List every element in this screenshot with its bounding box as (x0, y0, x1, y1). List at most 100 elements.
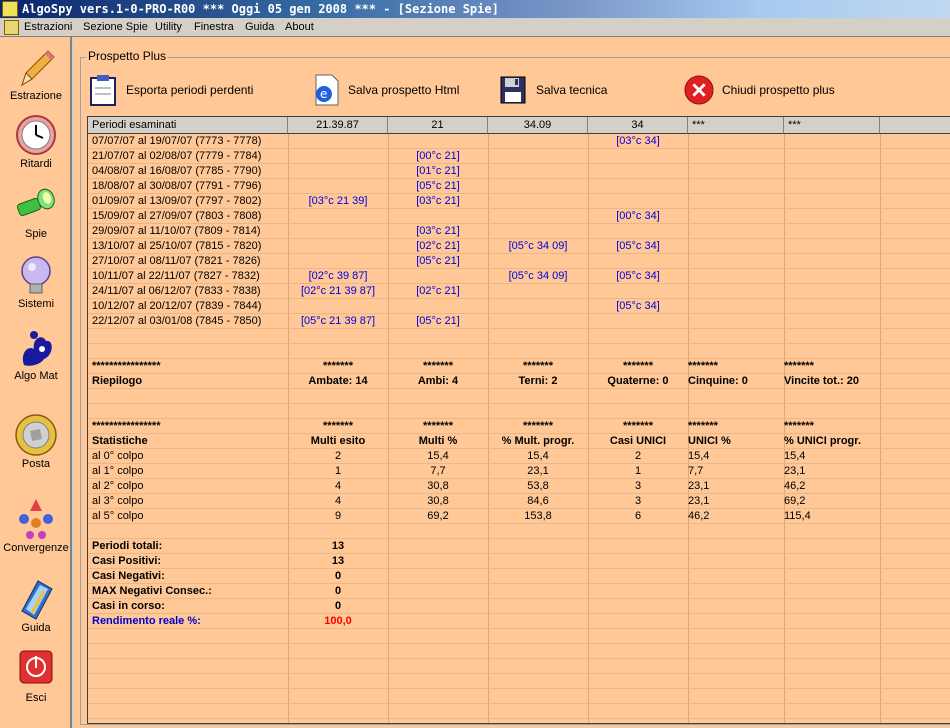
blank-row[interactable] (88, 689, 950, 704)
col-header-1[interactable]: 21.39.87 (288, 117, 388, 134)
col-header-periodi[interactable]: Periodi esaminati (88, 117, 288, 134)
totals-row[interactable]: Casi Negativi: 0 (88, 569, 950, 584)
sidebar-item-posta[interactable]: Posta (0, 413, 72, 470)
menu-utility[interactable]: Utility (155, 20, 182, 35)
close-prospetto-button[interactable]: Chiudi prospetto plus (684, 73, 835, 107)
stats-row[interactable]: al 1° colpo 1 7,7 23,1 1 7,7 23,1 (88, 464, 950, 479)
grid-cell: [02°c 21] (416, 240, 460, 252)
period-row[interactable]: 24/11/07 al 06/12/07 (7833 - 7838) [02°c … (88, 284, 950, 299)
totals-row[interactable]: MAX Negativi Consec.: 0 (88, 584, 950, 599)
summary-row[interactable]: Riepilogo Ambate: 14 Ambi: 4 Terni: 2 Quater… (88, 374, 950, 389)
col-header-6[interactable]: *** (784, 117, 880, 134)
stats-row[interactable]: al 2° colpo 4 30,8 53,8 3 23,1 46,2 (88, 479, 950, 494)
sidebar-item-label: Estrazione (10, 90, 62, 102)
blank-row[interactable] (88, 524, 950, 539)
period-row[interactable]: 13/10/07 al 25/10/07 (7815 - 7820) [02°c … (88, 239, 950, 254)
grid-cell: 24/11/07 al 06/12/07 (7833 - 7838) (92, 285, 261, 297)
floppy-icon (498, 75, 528, 105)
totals-row[interactable]: Casi Positivi: 13 (88, 554, 950, 569)
grid-cell: 46,2 (688, 510, 710, 522)
save-html-button[interactable]: e Salva prospetto Html (310, 73, 459, 107)
totals-row[interactable]: Periodi totali: 13 (88, 539, 950, 554)
grid-cell: 84,6 (527, 495, 549, 507)
grid-cell: [05°c 21 39 87] (300, 315, 376, 327)
close-icon (684, 75, 714, 105)
lightbulb-icon (21, 256, 51, 294)
menu-about[interactable]: About (285, 20, 314, 35)
col-header-3[interactable]: 34.09 (488, 117, 588, 134)
menu-sezione-spie[interactable]: Sezione Spie (83, 20, 148, 35)
blank-row[interactable] (88, 389, 950, 404)
sidebar-item-label: Algo Mat (14, 370, 58, 382)
col-header-5[interactable]: *** (688, 117, 784, 134)
sidebar-item-label: Ritardi (20, 158, 52, 170)
stats-row[interactable]: al 5° colpo 9 69,2 153,8 6 46,2 115,4 (88, 509, 950, 524)
period-row[interactable]: 22/12/07 al 03/01/08 (7845 - 7850) [05°c … (88, 314, 950, 329)
grid-cell: 10/12/07 al 20/12/07 (7839 - 7844) (92, 300, 262, 312)
period-row[interactable]: 29/09/07 al 11/10/07 (7809 - 7814) [03°c … (88, 224, 950, 239)
grid-cell: al 1° colpo (92, 465, 144, 477)
grid-cell: **************** (92, 360, 161, 372)
menu-estrazioni[interactable]: Estrazioni (24, 20, 72, 35)
grid-cell: Vincite tot.: 20 (784, 375, 859, 387)
grid-cell: 23,1 (784, 465, 806, 477)
grid-cell: ******* (323, 360, 353, 372)
close-label: Chiudi prospetto plus (722, 83, 835, 97)
period-row[interactable]: 21/07/07 al 02/08/07 (7779 - 7784) [00°c … (88, 149, 950, 164)
period-row[interactable]: 04/08/07 al 16/08/07 (7785 - 7790) [01°c … (88, 164, 950, 179)
period-row[interactable]: 10/11/07 al 22/11/07 (7827 - 7832) [02°c … (88, 269, 950, 284)
period-row[interactable]: 18/08/07 al 30/08/07 (7791 - 7796) [05°c … (88, 179, 950, 194)
sidebar-item-ritardi[interactable]: Ritardi (0, 113, 72, 170)
period-row[interactable]: 10/12/07 al 20/12/07 (7839 - 7844) [05°c … (88, 299, 950, 314)
results-grid[interactable]: Periodi esaminati 21.39.87 21 34.09 34 *… (87, 116, 950, 724)
blank-row[interactable] (88, 674, 950, 689)
sidebar-item-convergenze[interactable]: Convergenze (0, 497, 72, 554)
blank-row[interactable] (88, 629, 950, 644)
save-technique-button[interactable]: Salva tecnica (498, 73, 607, 107)
save-html-label: Salva prospetto Html (348, 83, 460, 97)
grid-cell: 18/08/07 al 30/08/07 (7791 - 7796) (92, 180, 262, 192)
sidebar-item-guida[interactable]: Guida (0, 577, 72, 634)
summary-stars-row[interactable]: **************** ******* ******* ******* ***… (88, 359, 950, 374)
stats-row[interactable]: al 3° colpo 4 30,8 84,6 3 23,1 69,2 (88, 494, 950, 509)
stats-header-row[interactable]: Statistiche Multi esito Multi % % Mult. pro… (88, 434, 950, 449)
grid-cell: 0 (334, 570, 342, 582)
rendimento-row[interactable]: Rendimento reale %: 100,0 (88, 614, 950, 629)
stats-row[interactable]: al 0° colpo 2 15,4 15,4 2 15,4 15,4 (88, 449, 950, 464)
grid-cell: Rendimento reale %: (92, 615, 201, 627)
sidebar-item-algo-mat[interactable]: Algo Mat (0, 325, 72, 382)
sidebar-item-spie[interactable]: Spie (0, 183, 72, 240)
stats-stars-row[interactable]: **************** ******* ******* ******* ***… (88, 419, 950, 434)
coin-icon (15, 414, 57, 456)
grid-cell: 13 (331, 540, 345, 552)
period-row[interactable]: 01/09/07 al 13/09/07 (7797 - 7802) [03°c … (88, 194, 950, 209)
sidebar-item-esci[interactable]: Esci (0, 647, 72, 704)
blank-row[interactable] (88, 329, 950, 344)
col-header-2[interactable]: 21 (388, 117, 488, 134)
blank-row[interactable] (88, 659, 950, 674)
pencil-icon (21, 50, 55, 87)
period-row[interactable]: 15/09/07 al 27/09/07 (7803 - 7808) [00°c … (88, 209, 950, 224)
blank-row[interactable] (88, 404, 950, 419)
menu-finestra[interactable]: Finestra (194, 20, 234, 35)
sidebar-item-sistemi[interactable]: Sistemi (0, 253, 72, 310)
period-row[interactable]: 07/07/07 al 19/07/07 (7773 - 7778) [03°c … (88, 134, 950, 149)
sidebar-item-estrazione[interactable]: Estrazione (0, 45, 72, 102)
title-bar: AlgoSpy vers.1-0-PRO-R00 *** Oggi 05 gen… (0, 0, 950, 18)
grid-cell: Multi esito (310, 435, 366, 447)
grid-cell: 22/12/07 al 03/01/08 (7845 - 7850) (92, 315, 262, 327)
grid-cell: 53,8 (527, 480, 549, 492)
menu-guida[interactable]: Guida (245, 20, 274, 35)
period-row[interactable]: 27/10/07 al 08/11/07 (7821 - 7826) [05°c … (88, 254, 950, 269)
grid-cell: 15,4 (427, 450, 449, 462)
blank-row[interactable] (88, 704, 950, 719)
blank-row[interactable] (88, 344, 950, 359)
col-header-4[interactable]: 34 (588, 117, 688, 134)
exit-icon (19, 650, 53, 684)
totals-row[interactable]: Casi in corso: 0 (88, 599, 950, 614)
document-icon[interactable] (4, 20, 19, 35)
export-losing-periods-button[interactable]: Esporta periodi perdenti (88, 73, 253, 107)
blank-row[interactable] (88, 644, 950, 659)
grid-cell: 13 (331, 555, 345, 567)
grid-cell: [05°c 21] (416, 180, 460, 192)
